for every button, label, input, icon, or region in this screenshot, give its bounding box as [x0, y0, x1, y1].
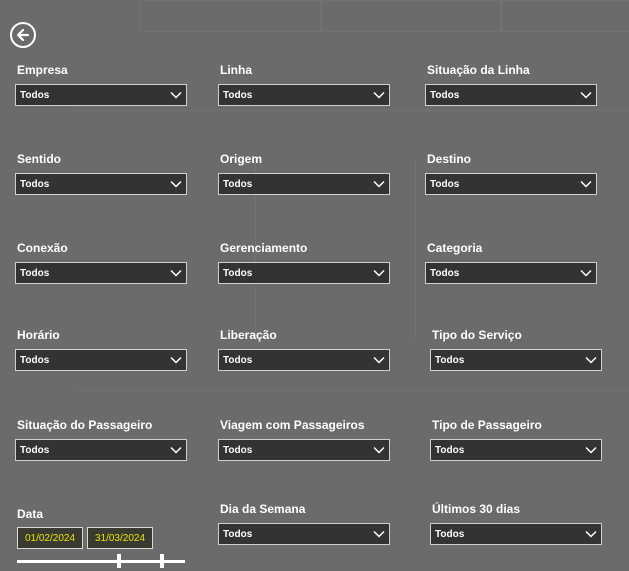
- arrow-left-icon: [16, 28, 30, 42]
- chevron-down-icon: [373, 356, 385, 364]
- slicer-label: Tipo do Serviço: [432, 328, 522, 342]
- origem-dropdown[interactable]: Todos: [218, 173, 390, 195]
- slicer-liberacao: Liberação Todos: [218, 328, 390, 371]
- dropdown-value: Todos: [20, 178, 50, 190]
- slicer-dia-semana: Dia da Semana Todos: [218, 502, 390, 545]
- chevron-down-icon: [170, 446, 182, 454]
- date-range-slider-start-handle[interactable]: [117, 554, 121, 568]
- empresa-dropdown[interactable]: Todos: [15, 84, 187, 106]
- dropdown-value: Todos: [20, 267, 50, 279]
- slicer-label: Conexão: [17, 241, 68, 255]
- conexao-dropdown[interactable]: Todos: [15, 262, 187, 284]
- slicer-label: Situação da Linha: [427, 63, 530, 77]
- slicer-label: Sentido: [17, 152, 61, 166]
- chevron-down-icon: [373, 269, 385, 277]
- linha-dropdown[interactable]: Todos: [218, 84, 390, 106]
- dropdown-value: Todos: [223, 89, 253, 101]
- slicer-label: Gerenciamento: [220, 241, 308, 255]
- dropdown-value: Todos: [20, 354, 50, 366]
- dropdown-value: Todos: [435, 444, 465, 456]
- date-range-slider-end-handle[interactable]: [160, 554, 164, 568]
- slicer-tipo-passageiro: Tipo de Passageiro Todos: [430, 418, 602, 461]
- chevron-down-icon: [170, 180, 182, 188]
- chevron-down-icon: [373, 91, 385, 99]
- chevron-down-icon: [170, 356, 182, 364]
- chevron-down-icon: [585, 530, 597, 538]
- slicer-linha: Linha Todos: [218, 63, 390, 106]
- chevron-down-icon: [580, 91, 592, 99]
- slicer-tipo-servico: Tipo do Serviço Todos: [430, 328, 602, 371]
- slicer-label: Viagem com Passageiros: [220, 418, 365, 432]
- slicer-empresa: Empresa Todos: [15, 63, 187, 106]
- slicer-label: Origem: [220, 152, 263, 166]
- slicer-situacao-linha: Situação da Linha Todos: [425, 63, 597, 106]
- slicer-categoria: Categoria Todos: [425, 241, 597, 284]
- viagem-passageiros-dropdown[interactable]: Todos: [218, 439, 390, 461]
- chevron-down-icon: [585, 446, 597, 454]
- slicer-gerenciamento: Gerenciamento Todos: [218, 241, 390, 284]
- dropdown-value: Todos: [223, 528, 253, 540]
- dropdown-value: Todos: [223, 354, 253, 366]
- dropdown-value: Todos: [430, 267, 460, 279]
- slicer-conexao: Conexão Todos: [15, 241, 187, 284]
- slicer-label: Horário: [17, 328, 60, 342]
- dropdown-value: Todos: [223, 267, 253, 279]
- slicer-label: Últimos 30 dias: [432, 502, 521, 516]
- gerenciamento-dropdown[interactable]: Todos: [218, 262, 390, 284]
- chevron-down-icon: [373, 446, 385, 454]
- situacao-linha-dropdown[interactable]: Todos: [425, 84, 597, 106]
- slicer-label: Linha: [220, 63, 252, 77]
- slicer-label: Data: [17, 507, 44, 521]
- categoria-dropdown[interactable]: Todos: [425, 262, 597, 284]
- slicer-data: Data: [15, 507, 43, 528]
- chevron-down-icon: [373, 530, 385, 538]
- dropdown-value: Todos: [223, 444, 253, 456]
- slicer-label: Empresa: [17, 63, 68, 77]
- slicer-label: Destino: [427, 152, 472, 166]
- dropdown-value: Todos: [20, 89, 50, 101]
- slicer-label: Dia da Semana: [220, 502, 306, 516]
- slicer-viagem-passageiros: Viagem com Passageiros Todos: [218, 418, 390, 461]
- chevron-down-icon: [170, 91, 182, 99]
- slicer-origem: Origem Todos: [218, 152, 390, 195]
- chevron-down-icon: [580, 269, 592, 277]
- ultimos-30-dias-dropdown[interactable]: Todos: [430, 523, 602, 545]
- slicer-label: Liberação: [220, 328, 277, 342]
- back-button[interactable]: [10, 22, 36, 48]
- dropdown-value: Todos: [430, 178, 460, 190]
- date-end-input[interactable]: 31/03/2024: [87, 527, 153, 549]
- dia-semana-dropdown[interactable]: Todos: [218, 523, 390, 545]
- chevron-down-icon: [585, 356, 597, 364]
- destino-dropdown[interactable]: Todos: [425, 173, 597, 195]
- dropdown-value: Todos: [435, 354, 465, 366]
- slicer-label: Tipo de Passageiro: [432, 418, 542, 432]
- sentido-dropdown[interactable]: Todos: [15, 173, 187, 195]
- tipo-passageiro-dropdown[interactable]: Todos: [430, 439, 602, 461]
- slicer-label: Situação do Passageiro: [17, 418, 153, 432]
- horario-dropdown[interactable]: Todos: [15, 349, 187, 371]
- date-start-input[interactable]: 01/02/2024: [17, 527, 83, 549]
- slicer-situacao-passageiro: Situação do Passageiro Todos: [15, 418, 187, 461]
- slicer-horario: Horário Todos: [15, 328, 187, 371]
- tipo-servico-dropdown[interactable]: Todos: [430, 349, 602, 371]
- situacao-passageiro-dropdown[interactable]: Todos: [15, 439, 187, 461]
- chevron-down-icon: [580, 180, 592, 188]
- liberacao-dropdown[interactable]: Todos: [218, 349, 390, 371]
- dropdown-value: Todos: [223, 178, 253, 190]
- chevron-down-icon: [373, 180, 385, 188]
- dropdown-value: Todos: [430, 89, 460, 101]
- slicer-ultimos-30-dias: Últimos 30 dias Todos: [430, 502, 602, 545]
- dropdown-value: Todos: [20, 444, 50, 456]
- chevron-down-icon: [170, 269, 182, 277]
- dropdown-value: Todos: [435, 528, 465, 540]
- slicer-sentido: Sentido Todos: [15, 152, 187, 195]
- slicer-label: Categoria: [427, 241, 483, 255]
- slicer-destino: Destino Todos: [425, 152, 597, 195]
